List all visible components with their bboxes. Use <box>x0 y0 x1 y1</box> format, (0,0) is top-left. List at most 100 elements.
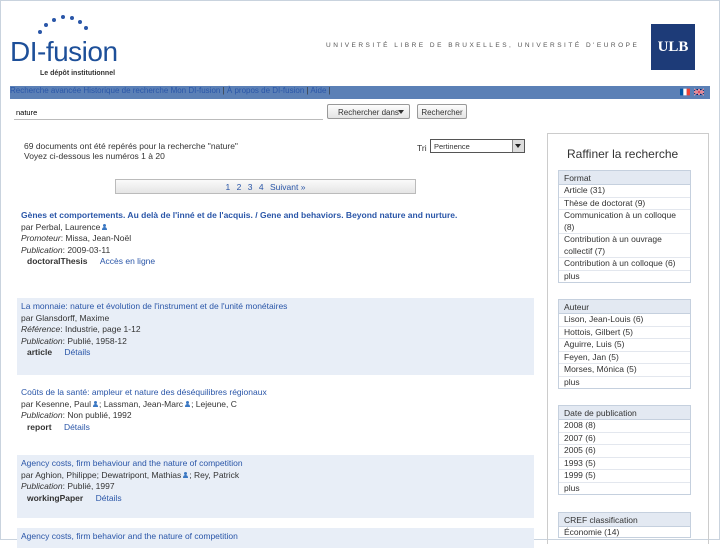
details-link[interactable]: Détails <box>64 347 90 357</box>
result-title-link[interactable]: Gènes et comportements. Au delà de l'inn… <box>21 210 457 220</box>
result-item: Agency costs, firm behaviour and the nat… <box>17 455 534 518</box>
publication-value: Publié, 1997 <box>67 481 115 491</box>
facet-header: Format <box>559 171 690 185</box>
details-link[interactable]: Détails <box>96 493 122 503</box>
author-name[interactable]: ; Lassman, Jean-Marc <box>99 399 183 409</box>
facet-option[interactable]: 2005 (6) <box>559 445 690 458</box>
result-publication: Publication: Publié, 1997 <box>21 481 115 491</box>
author-name[interactable]: Kesenne, Paul <box>36 399 91 409</box>
reference-label: Référence <box>21 324 61 334</box>
author-label: par <box>21 221 34 232</box>
facet-option[interactable]: 1999 (5) <box>559 470 690 483</box>
result-promoter: Promoteur: Missa, Jean-Noël <box>21 233 132 243</box>
refine-title: Raffiner la recherche <box>567 147 679 161</box>
facet-author: Auteur Lison, Jean-Louis (6) Hottois, Gi… <box>558 299 691 389</box>
facet-option[interactable]: Aguirre, Luis (5) <box>559 339 690 352</box>
facet-cref-classification: CREF classification Économie (14) <box>558 512 691 538</box>
next-page-link[interactable]: Suivant » <box>270 182 305 192</box>
facet-option[interactable]: Thèse de doctorat (9) <box>559 198 690 210</box>
user-icon[interactable] <box>92 400 99 408</box>
nav-advanced-search-link[interactable]: Recherche avancée <box>10 86 81 95</box>
details-link[interactable]: Détails <box>64 422 90 432</box>
difusion-logo[interactable]: DI-fusion Le dépôt institutionnel <box>10 14 120 84</box>
facet-option[interactable]: 2007 (6) <box>559 433 690 445</box>
facet-option[interactable]: Contribution à un colloque (6) <box>559 258 690 271</box>
facet-more-link[interactable]: plus <box>559 377 690 389</box>
sort-select[interactable]: Pertinence <box>430 139 525 153</box>
author-name[interactable]: Glansdorff, Maxime <box>36 313 110 323</box>
page-4-link[interactable]: 4 <box>259 182 264 192</box>
facet-option[interactable]: Lison, Jean-Louis (6) <box>559 314 690 327</box>
facet-publication-date: Date de publication 2008 (8) 2007 (6) 20… <box>558 405 691 495</box>
publication-value: 2009-03-11 <box>67 244 111 255</box>
user-icon[interactable] <box>101 223 108 231</box>
sort-label: Tri <box>417 143 427 153</box>
nav-my-difusion-link[interactable]: Mon DI-fusion <box>171 86 221 95</box>
result-publication: Publication: Publié, 1958-12 <box>21 335 127 346</box>
facet-option[interactable]: Économie (14) <box>559 527 690 537</box>
facet-option[interactable]: 2008 (8) <box>559 420 690 433</box>
author-name[interactable]: Aghion, Philippe <box>35 470 96 480</box>
search-button[interactable]: Rechercher <box>417 104 467 119</box>
facet-header: Auteur <box>559 300 690 314</box>
result-type: workingPaper <box>27 492 84 503</box>
publication-value: Publié, 1958-12 <box>67 335 127 346</box>
promoter-label: Promoteur <box>21 233 61 243</box>
result-title-link[interactable]: Agency costs, firm behaviour and the nat… <box>21 458 243 468</box>
search-scope-dropdown[interactable]: Rechercher dans <box>327 104 410 119</box>
uk-flag-icon[interactable] <box>694 88 704 96</box>
result-type: article <box>27 347 53 357</box>
result-item: Coûts de la santé: ampleur et nature des… <box>17 384 534 436</box>
chevron-down-icon <box>398 110 404 114</box>
facet-more-link[interactable]: plus <box>559 483 690 495</box>
nav-separator: | <box>328 86 331 95</box>
logo-tagline: Le dépôt institutionnel <box>40 70 116 77</box>
pagination: 1 2 3 4 Suivant » <box>115 179 416 194</box>
result-item: Agency costs, firm behavior and the natu… <box>17 528 534 548</box>
publication-label: Publication <box>21 335 63 346</box>
facet-option[interactable]: Morses, Mónica (5) <box>559 364 690 377</box>
page-1-link[interactable]: 1 <box>226 182 231 192</box>
search-input[interactable] <box>14 105 323 120</box>
results-count: 69 documents ont été repérés pour la rec… <box>24 141 238 151</box>
result-publication: Publication: Non publié, 1992 <box>21 410 132 420</box>
facet-option[interactable]: Hottois, Gilbert (5) <box>559 327 690 339</box>
nav-help-link[interactable]: Aide <box>310 86 326 95</box>
nav-history-link[interactable]: Historique de recherche <box>83 86 168 95</box>
publication-label: Publication <box>21 410 63 420</box>
author-name[interactable]: ; Lejeune, C <box>191 399 237 409</box>
facet-more-link[interactable]: plus <box>559 271 690 283</box>
online-access-link[interactable]: Accès en ligne <box>100 256 155 266</box>
publication-label: Publication <box>21 244 63 255</box>
facet-option[interactable]: Article (31) <box>559 185 690 198</box>
page-3-link[interactable]: 3 <box>248 182 253 192</box>
facet-format: Format Article (31) Thèse de doctorat (9… <box>558 170 691 283</box>
promoter-name: Missa, Jean-Noël <box>65 233 132 243</box>
result-title-link[interactable]: Coûts de la santé: ampleur et nature des… <box>21 387 267 397</box>
author-label: par <box>21 398 34 409</box>
result-reference: Référence: Industrie, page 1-12 <box>21 324 141 334</box>
author-name[interactable]: ; Rey, Patrick <box>189 470 239 480</box>
result-authors: par Perbal, Laurence <box>21 222 530 234</box>
facet-option[interactable]: Contribution à un ouvrage collectif (7) <box>559 234 690 258</box>
nav-about-link[interactable]: À propos de DI-fusion <box>227 86 304 95</box>
result-authors: par Aghion, Philippe; Dewatripont, Mathi… <box>21 470 530 482</box>
search-scope-label: Rechercher dans <box>338 108 399 117</box>
facet-option[interactable]: Communication à un colloque (8) <box>559 210 690 234</box>
fr-flag-icon[interactable] <box>680 88 690 96</box>
facet-header: Date de publication <box>559 406 690 420</box>
author-name[interactable]: ; Dewatripont, Mathias <box>97 470 182 480</box>
user-icon[interactable] <box>182 471 189 479</box>
ulb-logo[interactable]: ULB <box>651 24 695 70</box>
result-authors: par Glansdorff, Maxime <box>21 313 530 325</box>
result-publication: Publication: 2009-03-11 <box>21 244 111 255</box>
result-title-link[interactable]: La monnaie: nature et évolution de l'ins… <box>21 301 287 311</box>
facet-option[interactable]: Feyen, Jan (5) <box>559 352 690 364</box>
results-summary: 69 documents ont été repérés pour la rec… <box>24 141 238 161</box>
result-type: report <box>27 421 52 432</box>
facet-option[interactable]: 1993 (5) <box>559 458 690 470</box>
result-item: Gènes et comportements. Au delà de l'inn… <box>17 207 534 271</box>
page-2-link[interactable]: 2 <box>237 182 242 192</box>
user-icon[interactable] <box>184 400 191 408</box>
author-name[interactable]: Perbal, Laurence <box>36 222 101 232</box>
